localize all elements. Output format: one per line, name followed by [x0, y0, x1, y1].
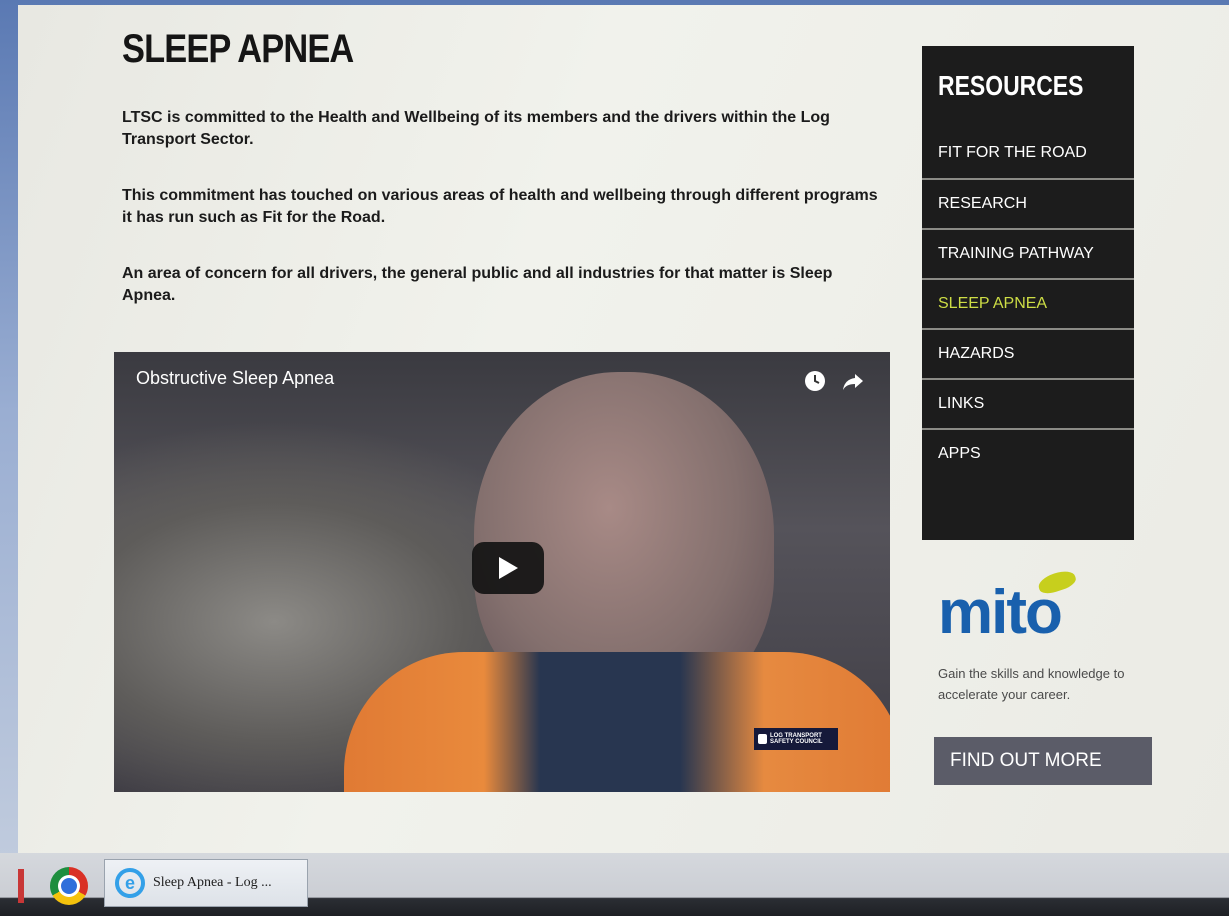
commitment-paragraph: This commitment has touched on various a… — [122, 187, 878, 226]
sidebar-item-training-pathway[interactable]: TRAINING PATHWAY — [922, 228, 1134, 278]
watch-later-icon[interactable] — [804, 370, 826, 392]
video-title[interactable]: Obstructive Sleep Apnea — [136, 368, 334, 389]
play-button[interactable] — [472, 542, 544, 594]
sidebar-item-hazards[interactable]: HAZARDS — [922, 328, 1134, 378]
intro-paragraph: LTSC is committed to the Health and Well… — [122, 109, 830, 148]
main-content: SLEEP APNEA LTSC is committed to the Hea… — [122, 27, 902, 304]
internet-explorer-icon: e — [115, 868, 145, 898]
taskbar-app-edge[interactable] — [18, 869, 24, 903]
log-transport-safety-council-logo: LOG TRANSPORT SAFETY COUNCIL — [754, 728, 838, 750]
mito-tagline: Gain the skills and knowledge to acceler… — [938, 666, 1125, 702]
sidebar-item-apps[interactable]: APPS — [922, 428, 1134, 478]
mito-promo: mito Gain the skills and knowledge to ac… — [938, 567, 1138, 705]
find-out-more-button[interactable]: FIND OUT MORE — [934, 737, 1152, 785]
logo-mark-icon — [758, 734, 767, 744]
browser-viewport: SLEEP APNEA LTSC is committed to the Hea… — [18, 5, 1229, 867]
resources-sidebar: RESOURCES FIT FOR THE ROAD RESEARCH TRAI… — [922, 46, 1134, 540]
windows-taskbar: e Sleep Apnea - Log ... — [0, 853, 1229, 916]
chrome-icon[interactable] — [50, 867, 88, 905]
page-title: SLEEP APNEA — [122, 27, 354, 71]
sidebar-item-links[interactable]: LINKS — [922, 378, 1134, 428]
video-controls — [804, 370, 864, 392]
resources-nav: FIT FOR THE ROAD RESEARCH TRAINING PATHW… — [922, 128, 1134, 478]
sidebar-item-sleep-apnea[interactable]: SLEEP APNEA — [922, 278, 1134, 328]
sidebar-item-research[interactable]: RESEARCH — [922, 178, 1134, 228]
mito-wordmark: mito — [938, 578, 1063, 647]
mito-logo[interactable]: mito — [938, 567, 1138, 663]
share-icon[interactable] — [842, 370, 864, 392]
taskbar-window-label: Sleep Apnea - Log ... — [153, 875, 272, 890]
play-icon — [499, 557, 518, 579]
video-logo-text: LOG TRANSPORT SAFETY COUNCIL — [769, 733, 823, 745]
video-player[interactable]: Obstructive Sleep Apnea LOG TRANSPORT SA… — [114, 352, 890, 792]
sidebar-heading: RESOURCES — [938, 70, 1084, 101]
concern-paragraph: An area of concern for all drivers, the … — [122, 265, 833, 304]
taskbar-ie-window[interactable]: e Sleep Apnea - Log ... — [104, 859, 308, 907]
video-frame-hi-vis-vest — [344, 652, 890, 792]
sidebar-item-fit-for-the-road[interactable]: FIT FOR THE ROAD — [922, 128, 1134, 178]
